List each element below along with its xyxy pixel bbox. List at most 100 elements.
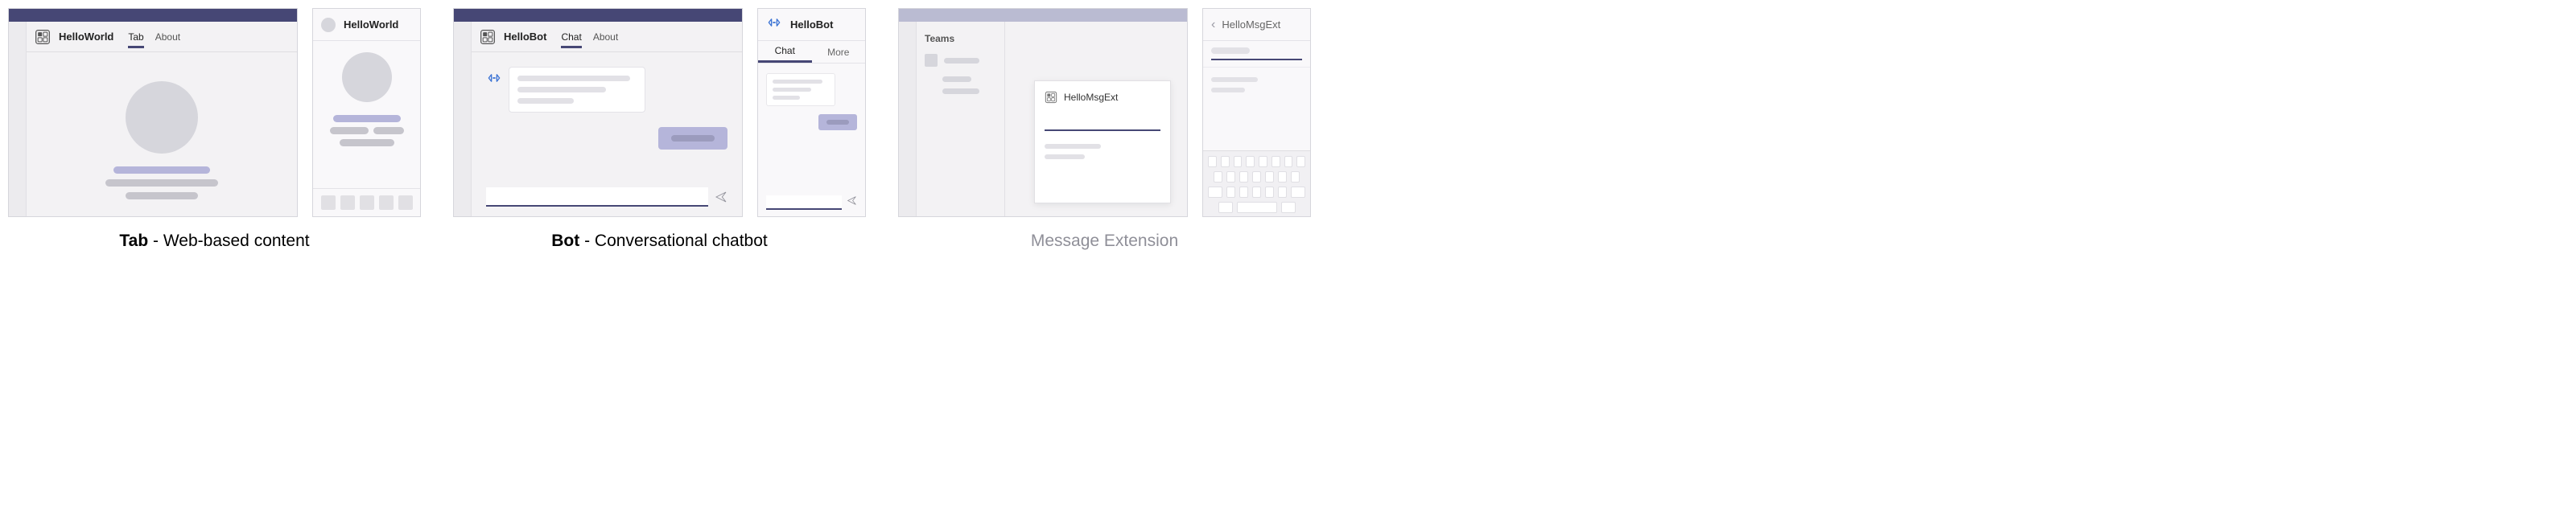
- result-line: [1045, 154, 1085, 159]
- msg-line: [517, 76, 630, 81]
- send-icon[interactable]: [847, 195, 857, 210]
- bot-group: HelloBot Chat About: [453, 8, 866, 251]
- msg-line: [773, 80, 822, 84]
- user-message: [658, 127, 727, 150]
- app-name: HelloBot: [504, 31, 546, 43]
- tab-mobile-mockup: HelloWorld: [312, 8, 421, 217]
- mobile-tabs: Chat More: [758, 41, 865, 64]
- mobile-header: HelloBot: [758, 9, 865, 41]
- tab-chat[interactable]: Chat: [758, 41, 812, 63]
- msg-line: [671, 135, 715, 142]
- caption-rest: - Conversational chatbot: [579, 232, 767, 250]
- subitem-placeholder[interactable]: [942, 76, 971, 82]
- tab-about[interactable]: About: [593, 31, 618, 48]
- text-placeholder-line: [373, 127, 404, 134]
- results-area: [1203, 68, 1310, 150]
- text-placeholder-line: [333, 115, 401, 122]
- msg-line: [517, 98, 574, 104]
- result-line: [1211, 88, 1245, 92]
- nav-item[interactable]: [398, 195, 413, 210]
- nav-item[interactable]: [360, 195, 374, 210]
- chevron-left-icon[interactable]: ‹: [1211, 18, 1215, 32]
- bot-message: [766, 73, 835, 106]
- bot-caption: Bot - Conversational chatbot: [551, 232, 767, 251]
- titlebar: [899, 9, 1187, 22]
- nav-item[interactable]: [340, 195, 355, 210]
- bot-icon: [766, 14, 782, 35]
- text-placeholder-line: [113, 166, 210, 174]
- channel-item[interactable]: [925, 54, 996, 67]
- left-rail: [454, 22, 472, 216]
- search-input[interactable]: [1211, 47, 1250, 54]
- search-input[interactable]: [1045, 117, 1160, 131]
- titlebar: [9, 9, 297, 22]
- mobile-header: ‹ HelloMsgExt: [1203, 9, 1310, 41]
- msg-line: [773, 88, 811, 92]
- mobile-title: HelloMsgExt: [1222, 18, 1280, 31]
- sidebar-label: Teams: [925, 33, 996, 44]
- nav-item[interactable]: [379, 195, 394, 210]
- popup-title: HelloMsgExt: [1064, 92, 1118, 103]
- me-caption: Message Extension: [1031, 232, 1178, 251]
- result-line: [1045, 144, 1101, 149]
- msg-line: [517, 87, 606, 92]
- caption-bold: Bot: [551, 232, 579, 250]
- tab-caption: Tab - Web-based content: [119, 232, 309, 251]
- app-icon: [480, 29, 496, 45]
- caption-bold: Tab: [119, 232, 148, 250]
- compose-row: [758, 195, 865, 216]
- tab-chat[interactable]: Chat: [561, 31, 581, 48]
- avatar-icon: [321, 18, 336, 32]
- caption-rest: - Web-based content: [148, 232, 309, 250]
- msg-line: [826, 120, 849, 125]
- channel-sidebar: Teams: [917, 22, 1005, 216]
- app-icon: [1045, 91, 1057, 104]
- mobile-title: HelloWorld: [344, 18, 398, 31]
- tab-more[interactable]: More: [812, 41, 866, 63]
- compose-row: [472, 187, 742, 216]
- mobile-title: HelloBot: [790, 18, 833, 31]
- text-placeholder-line: [105, 179, 218, 187]
- keyboard[interactable]: [1203, 150, 1310, 216]
- text-placeholder-line: [340, 139, 394, 146]
- send-icon[interactable]: [715, 191, 727, 203]
- result-line: [1211, 77, 1258, 82]
- titlebar: [454, 9, 742, 22]
- mobile-header: HelloWorld: [313, 9, 420, 41]
- chat-area: [472, 52, 742, 187]
- compose-input[interactable]: [766, 195, 842, 210]
- app-name: HelloWorld: [59, 31, 113, 43]
- msg-ext-popup: HelloMsgExt: [1034, 80, 1171, 203]
- item-label-placeholder: [944, 58, 979, 64]
- text-placeholder-line: [126, 192, 198, 199]
- conversation-area: HelloMsgExt: [1005, 22, 1187, 216]
- bot-message: [486, 67, 727, 113]
- tab-strip: Chat About: [561, 25, 618, 48]
- tab-desktop-mockup: HelloWorld Tab About: [8, 8, 298, 217]
- nav-item[interactable]: [321, 195, 336, 210]
- app-header: HelloBot Chat About: [472, 22, 742, 52]
- message-extension-group: Teams: [898, 8, 1311, 251]
- text-placeholder-line: [330, 127, 369, 134]
- compose-input[interactable]: [486, 187, 708, 207]
- bot-mobile-mockup: HelloBot Chat More: [757, 8, 866, 217]
- avatar-placeholder: [342, 52, 392, 102]
- left-rail: [9, 22, 27, 216]
- bottom-nav: [313, 188, 420, 216]
- me-desktop-mockup: Teams: [898, 8, 1188, 217]
- me-mobile-mockup: ‹ HelloMsgExt: [1202, 8, 1311, 217]
- avatar-placeholder: [126, 81, 198, 154]
- bot-desktop-mockup: HelloBot Chat About: [453, 8, 743, 217]
- app-icon: [35, 29, 51, 45]
- msg-line: [773, 96, 800, 100]
- left-rail: [899, 22, 917, 216]
- user-message: [818, 114, 857, 130]
- subitem-placeholder[interactable]: [942, 88, 979, 94]
- tab-tab[interactable]: Tab: [128, 31, 143, 48]
- app-header: HelloWorld Tab About: [27, 22, 297, 52]
- tab-content: [27, 52, 297, 216]
- tab-about[interactable]: About: [155, 31, 180, 48]
- chat-area: [758, 64, 865, 195]
- tab-strip: Tab About: [128, 25, 180, 48]
- tab-group: HelloWorld Tab About: [8, 8, 421, 251]
